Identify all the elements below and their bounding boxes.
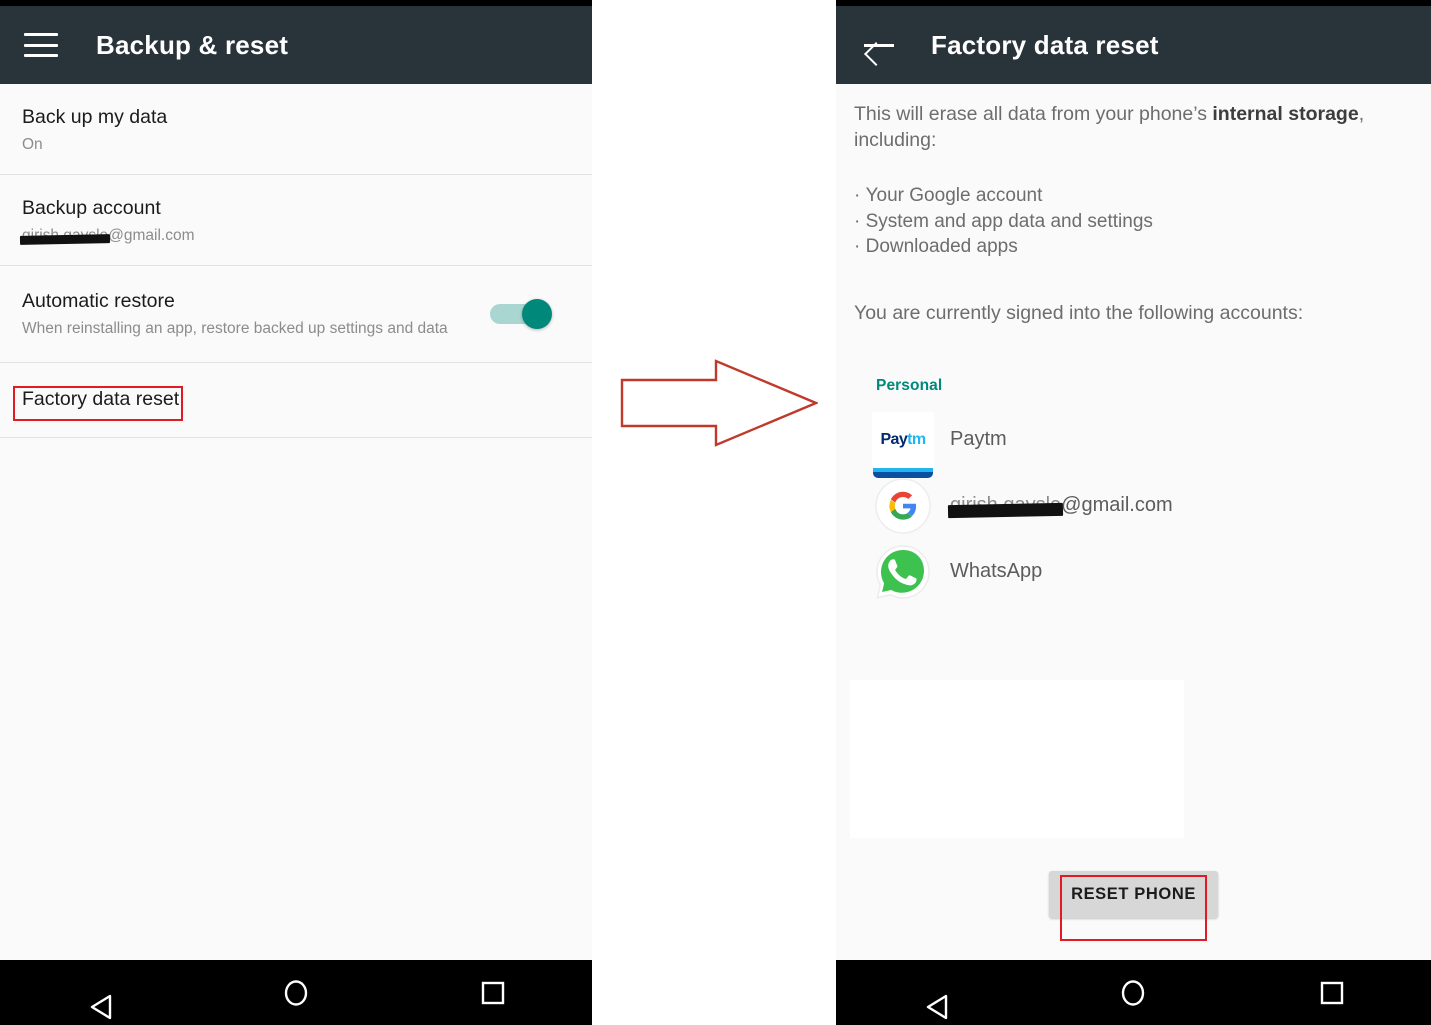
row-subtitle-automatic-restore: When reinstalling an app, restore backed… xyxy=(22,320,448,337)
toggle-knob xyxy=(522,299,552,329)
nav-recents-button[interactable] xyxy=(1233,960,1431,1025)
blank-content-card xyxy=(850,680,1184,838)
account-group-label-personal: Personal xyxy=(876,376,943,394)
row-texts-automatic-restore: Automatic restore When reinstalling an a… xyxy=(22,290,490,339)
list-item: girish gaysle@gmail.com xyxy=(854,473,1413,539)
list-item-backup-account[interactable]: Backup account girish gaysle@gmail.com xyxy=(0,175,592,266)
list-item: WhatsApp xyxy=(854,539,1413,605)
list-item-automatic-restore[interactable]: Automatic restore When reinstalling an a… xyxy=(0,266,592,363)
nav-home-button[interactable] xyxy=(197,960,394,1025)
whatsapp-icon xyxy=(872,541,934,603)
back-triangle-icon xyxy=(89,980,111,1019)
automatic-restore-toggle[interactable] xyxy=(490,295,552,333)
home-circle-icon xyxy=(1119,978,1147,1008)
factory-reset-content: This will erase all data from your phone… xyxy=(836,84,1431,960)
erase-warning-bold: internal storage xyxy=(1212,103,1359,125)
email-domain-suffix: @gmail.com xyxy=(1061,494,1173,517)
reset-button-container: RESET PHONE xyxy=(836,871,1431,918)
paytm-wordmark: Paytm xyxy=(880,430,926,448)
paytm-icon: Paytm xyxy=(872,409,934,478)
reset-phone-button[interactable]: RESET PHONE xyxy=(1049,871,1218,918)
left-phone-screen: Backup & reset Back up my data On Backup… xyxy=(0,0,592,1025)
nav-recents-button[interactable] xyxy=(395,960,592,1025)
back-triangle-icon xyxy=(925,980,948,1019)
connector-area xyxy=(592,0,836,1025)
account-label: girish gaysle@gmail.com xyxy=(950,494,1173,517)
erase-warning-prefix: This will erase all data from your phone… xyxy=(854,103,1213,125)
list-item-back-up-my-data[interactable]: Back up my data On xyxy=(0,84,592,175)
right-phone-screen: Factory data reset This will erase all d… xyxy=(836,0,1431,1025)
account-label: Paytm xyxy=(950,428,1007,451)
email-domain-suffix: @gmail.com xyxy=(108,227,195,245)
settings-list: Back up my data On Backup account girish… xyxy=(0,84,592,960)
list-item-factory-data-reset[interactable]: Factory data reset xyxy=(0,363,592,438)
recents-square-icon xyxy=(1319,980,1345,1006)
hamburger-icon[interactable] xyxy=(24,33,58,57)
row-title-back-up-my-data: Back up my data xyxy=(22,106,168,128)
toolbar-factory-data-reset: Factory data reset xyxy=(836,6,1431,84)
signed-in-accounts-text: You are currently signed into the follow… xyxy=(854,301,1304,324)
list-item: Your Google account xyxy=(854,183,1413,208)
row-subtitle-back-up-my-data: On xyxy=(22,136,43,154)
paytm-logo-mark: Paytm xyxy=(872,411,934,478)
home-circle-icon xyxy=(282,978,310,1008)
android-navigation-bar-right xyxy=(836,960,1431,1025)
account-label: WhatsApp xyxy=(950,560,1043,583)
back-arrow-icon[interactable] xyxy=(862,28,896,62)
page-title-backup-reset: Backup & reset xyxy=(96,29,289,60)
android-navigation-bar-left xyxy=(0,960,592,1025)
row-title-backup-account: Backup account xyxy=(22,197,161,219)
screenshot-stage: Backup & reset Back up my data On Backup… xyxy=(0,0,1431,1025)
row-title-factory-data-reset: Factory data reset xyxy=(22,388,180,411)
row-subtitle-backup-account: girish gaysle@gmail.com xyxy=(22,226,570,245)
row-title-automatic-restore: Automatic restore xyxy=(22,289,175,312)
right-arrow-icon xyxy=(620,359,818,447)
list-item: System and app data and settings xyxy=(854,209,1413,234)
erase-warning-paragraph: This will erase all data from your phone… xyxy=(854,84,1413,153)
toolbar-backup-reset: Backup & reset xyxy=(0,6,592,84)
page-title-factory-data-reset: Factory data reset xyxy=(931,29,1159,60)
nav-back-button[interactable] xyxy=(836,960,1034,1025)
nav-home-button[interactable] xyxy=(1034,960,1232,1025)
erase-items-list: Your Google account System and app data … xyxy=(854,183,1413,259)
redacted-email-username: girish gaysle xyxy=(22,227,109,245)
recents-square-icon xyxy=(480,980,506,1006)
list-item: Downloaded apps xyxy=(854,234,1413,259)
nav-back-button[interactable] xyxy=(0,960,197,1025)
list-item: Paytm Paytm xyxy=(854,407,1413,478)
google-icon xyxy=(872,475,934,537)
accounts-list: Paytm Paytm girish gaysle@gmail.com What… xyxy=(854,407,1413,605)
redacted-email-username: girish gaysle xyxy=(950,494,1062,517)
